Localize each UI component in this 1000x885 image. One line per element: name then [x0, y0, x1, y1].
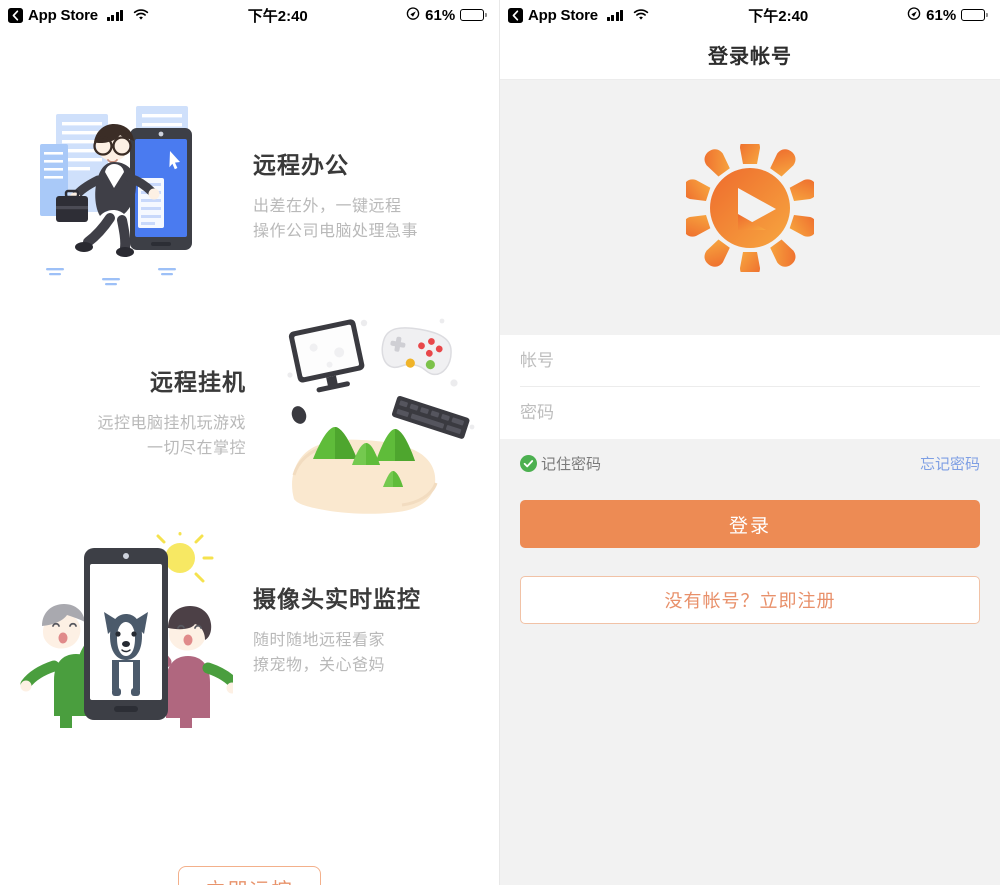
login-fields: [500, 335, 1000, 439]
feature-desc-line-1: 远控电脑挂机玩游戏: [97, 414, 246, 432]
battery-icon: [961, 9, 988, 21]
feature-desc-line-2: 撩宠物，关心爸妈: [253, 656, 386, 674]
feature-text-remote-gaming: 远程挂机 远控电脑挂机玩游戏 一切尽在掌控: [18, 363, 266, 461]
feature-text-remote-office: 远程办公 出差在外，一键远程 操作公司电脑处理急事: [233, 146, 481, 244]
battery-icon: [460, 9, 487, 21]
signal-bars-icon: [106, 9, 124, 21]
feature-title: 远程挂机: [150, 368, 246, 395]
wifi-icon: [633, 9, 649, 21]
back-chevron-icon[interactable]: [508, 7, 523, 23]
feature-desc-line-1: 随时随地远程看家: [253, 631, 386, 649]
account-field-row[interactable]: [520, 335, 980, 387]
remember-password-label: 记住密码: [541, 456, 602, 473]
status-bar-time: 下午2:40: [247, 7, 308, 25]
battery-percent-label: 61%: [425, 6, 456, 24]
status-bar-left-group: App Store: [508, 7, 649, 24]
carrier-label: App Store: [528, 6, 598, 24]
login-button[interactable]: 登录: [520, 500, 980, 548]
password-input[interactable]: [520, 403, 980, 423]
forgot-password-link[interactable]: 忘记密码: [920, 453, 980, 474]
check-circle-icon[interactable]: [520, 455, 537, 472]
feature-desc-line-2: 一切尽在掌控: [146, 439, 246, 457]
logo-panel: [500, 80, 1000, 335]
back-chevron-icon[interactable]: [8, 7, 23, 23]
feature-list: 远程办公 出差在外，一键远程 操作公司电脑处理急事 远程挂机 远控电脑挂机玩游戏…: [0, 92, 499, 852]
location-arrow-icon: [406, 6, 420, 24]
feature-desc-line-1: 出差在外，一键远程: [253, 197, 402, 215]
status-bar-left-group: App Store: [8, 7, 149, 24]
remember-password-toggle[interactable]: 记住密码: [520, 453, 601, 474]
sun-play-logo-icon: [686, 143, 814, 272]
location-arrow-icon: [907, 6, 921, 24]
feature-title: 远程办公: [253, 151, 349, 178]
status-bar-left: App Store 下午2:40 61%: [0, 0, 499, 30]
password-field-row[interactable]: [520, 387, 980, 439]
start-remote-control-button[interactable]: 立即远控: [178, 866, 321, 885]
cta-container: 立即远控: [0, 866, 499, 885]
register-button[interactable]: 没有帐号？立即注册: [520, 576, 980, 624]
account-input[interactable]: [520, 350, 980, 371]
status-bar-right: App Store 下午2:40 61%: [500, 0, 1000, 30]
dual-screenshot-container: App Store 下午2:40 61% 远程办公 出差在外，一键远程 操作公司…: [0, 0, 1000, 885]
feature-desc-line-2: 操作公司电脑处理急事: [253, 222, 419, 240]
status-bar-right-group: 61%: [406, 6, 487, 24]
feature-row-camera-monitor: 摄像头实时监控 随时随地远程看家 撩宠物，关心爸妈: [0, 526, 499, 731]
right-screen-login: App Store 下午2:40 61% 登录帐号 帐号 记住密码 忘记密码 登…: [500, 0, 1000, 885]
feature-title: 摄像头实时监控: [253, 585, 421, 612]
battery-percent-label: 61%: [926, 6, 957, 24]
feature-row-remote-gaming: 远程挂机 远控电脑挂机玩游戏 一切尽在掌控: [0, 309, 499, 514]
login-options-row: 记住密码 忘记密码: [500, 439, 1000, 484]
feature-text-camera-monitor: 摄像头实时监控 随时随地远程看家 撩宠物，关心爸妈: [233, 580, 481, 678]
hand-holding-mountains-with-devices-illustration: [266, 309, 481, 514]
status-bar-time: 下午2:40: [748, 7, 809, 25]
elderly-couple-with-dog-in-phone-illustration: [18, 526, 242, 731]
carrier-label: App Store: [28, 6, 98, 24]
status-bar-right-group: 61%: [907, 6, 988, 24]
page-title: 登录帐号: [500, 30, 1000, 80]
left-screen-intro: App Store 下午2:40 61% 远程办公 出差在外，一键远程 操作公司…: [0, 0, 500, 885]
feature-row-remote-office: 远程办公 出差在外，一键远程 操作公司电脑处理急事: [0, 92, 499, 297]
signal-bars-icon: [606, 9, 624, 21]
wifi-icon: [133, 9, 149, 21]
businessman-running-with-phone-illustration: [18, 92, 233, 297]
